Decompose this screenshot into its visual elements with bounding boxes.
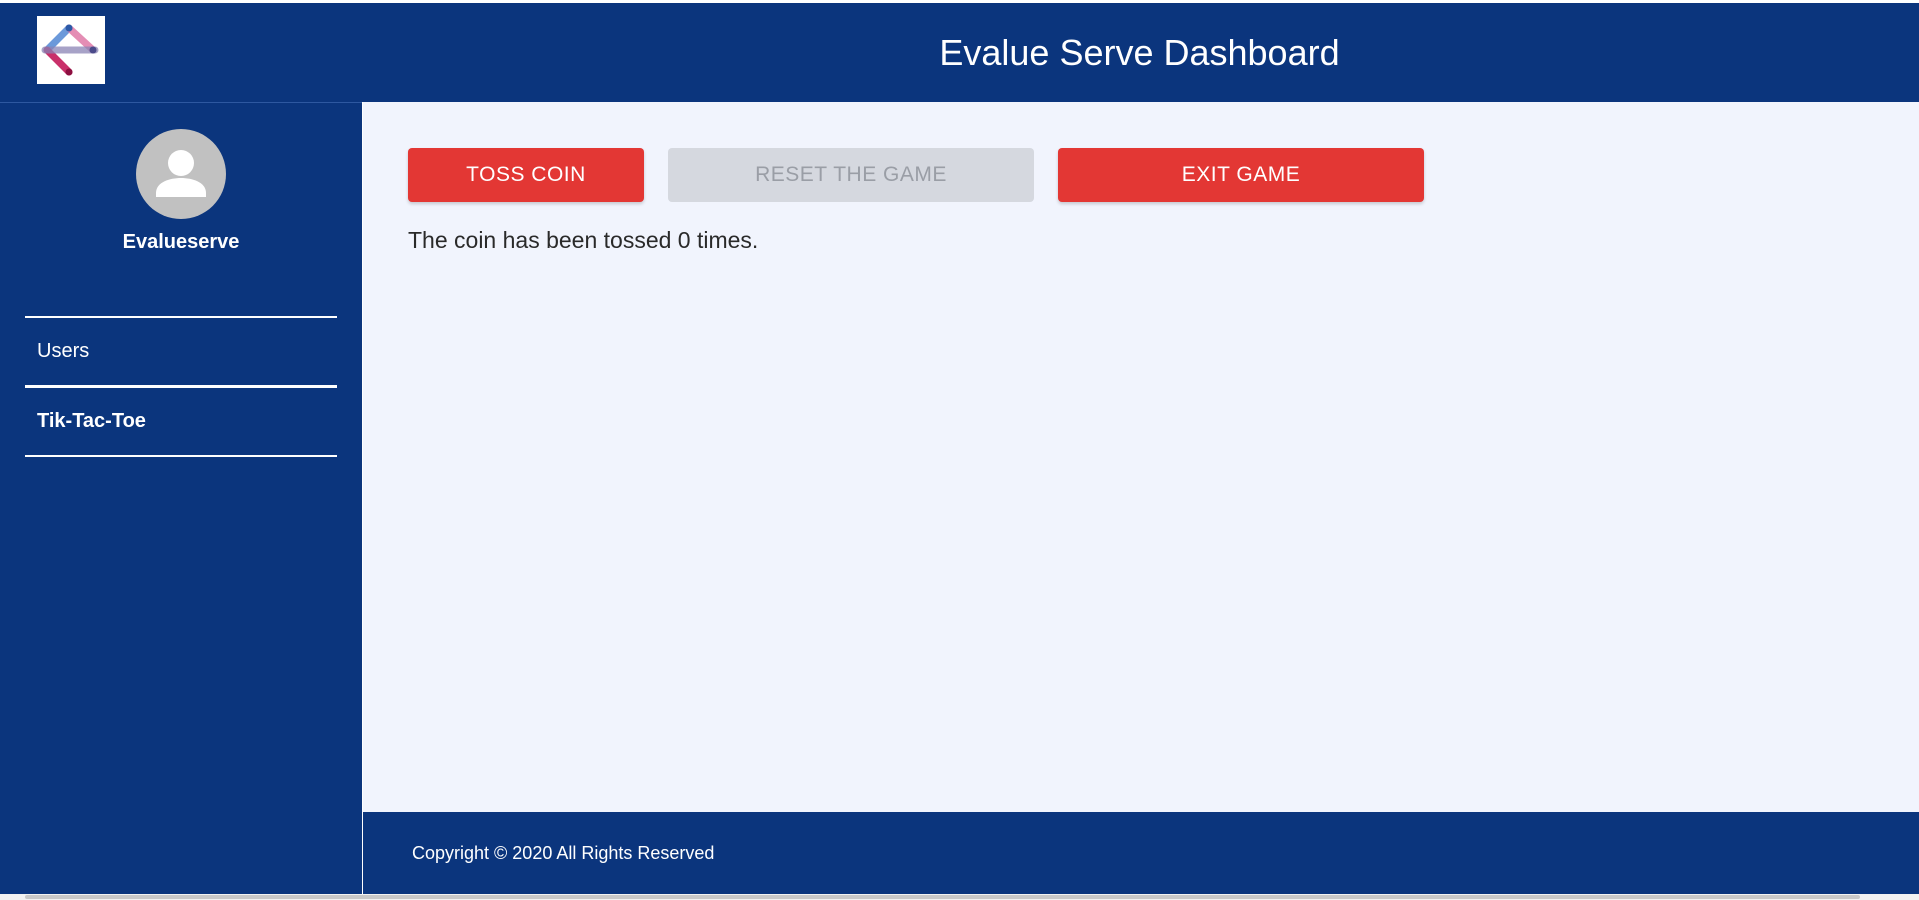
profile-name: Evalueserve: [122, 231, 240, 253]
sidebar-nav: Users Tik-Tac-Toe: [25, 316, 337, 457]
reset-game-button[interactable]: RESET THE GAME: [668, 148, 1034, 202]
app: Evalue Serve Dashboard Evalueserve Users…: [0, 0, 1919, 900]
logo[interactable]: [37, 16, 105, 84]
toss-coin-button[interactable]: TOSS COIN: [408, 148, 644, 202]
horizontal-scrollbar[interactable]: [0, 894, 1919, 900]
toss-count-message: The coin has been tossed 0 times.: [408, 227, 759, 253]
footer: Copyright © 2020 All Rights Reserved: [363, 812, 1919, 894]
avatar: [136, 129, 226, 219]
exit-game-button[interactable]: EXIT GAME: [1058, 148, 1424, 202]
sidebar-item-tik-tac-toe[interactable]: Tik-Tac-Toe: [25, 388, 337, 455]
sidebar-item-users[interactable]: Users: [25, 318, 337, 385]
evalueserve-logo-icon: [41, 24, 99, 76]
scrollbar-thumb[interactable]: [25, 895, 1860, 899]
user-avatar-icon: [156, 150, 206, 197]
divider: [25, 455, 337, 457]
page-title: Evalue Serve Dashboard: [939, 31, 1340, 73]
main-content: TOSS COIN RESET THE GAME EXIT GAME The c…: [363, 102, 1919, 812]
copyright-text: Copyright © 2020 All Rights Reserved: [412, 842, 715, 863]
sidebar: Evalueserve Users Tik-Tac-Toe: [0, 102, 362, 894]
top-header: Evalue Serve Dashboard: [0, 3, 1919, 102]
